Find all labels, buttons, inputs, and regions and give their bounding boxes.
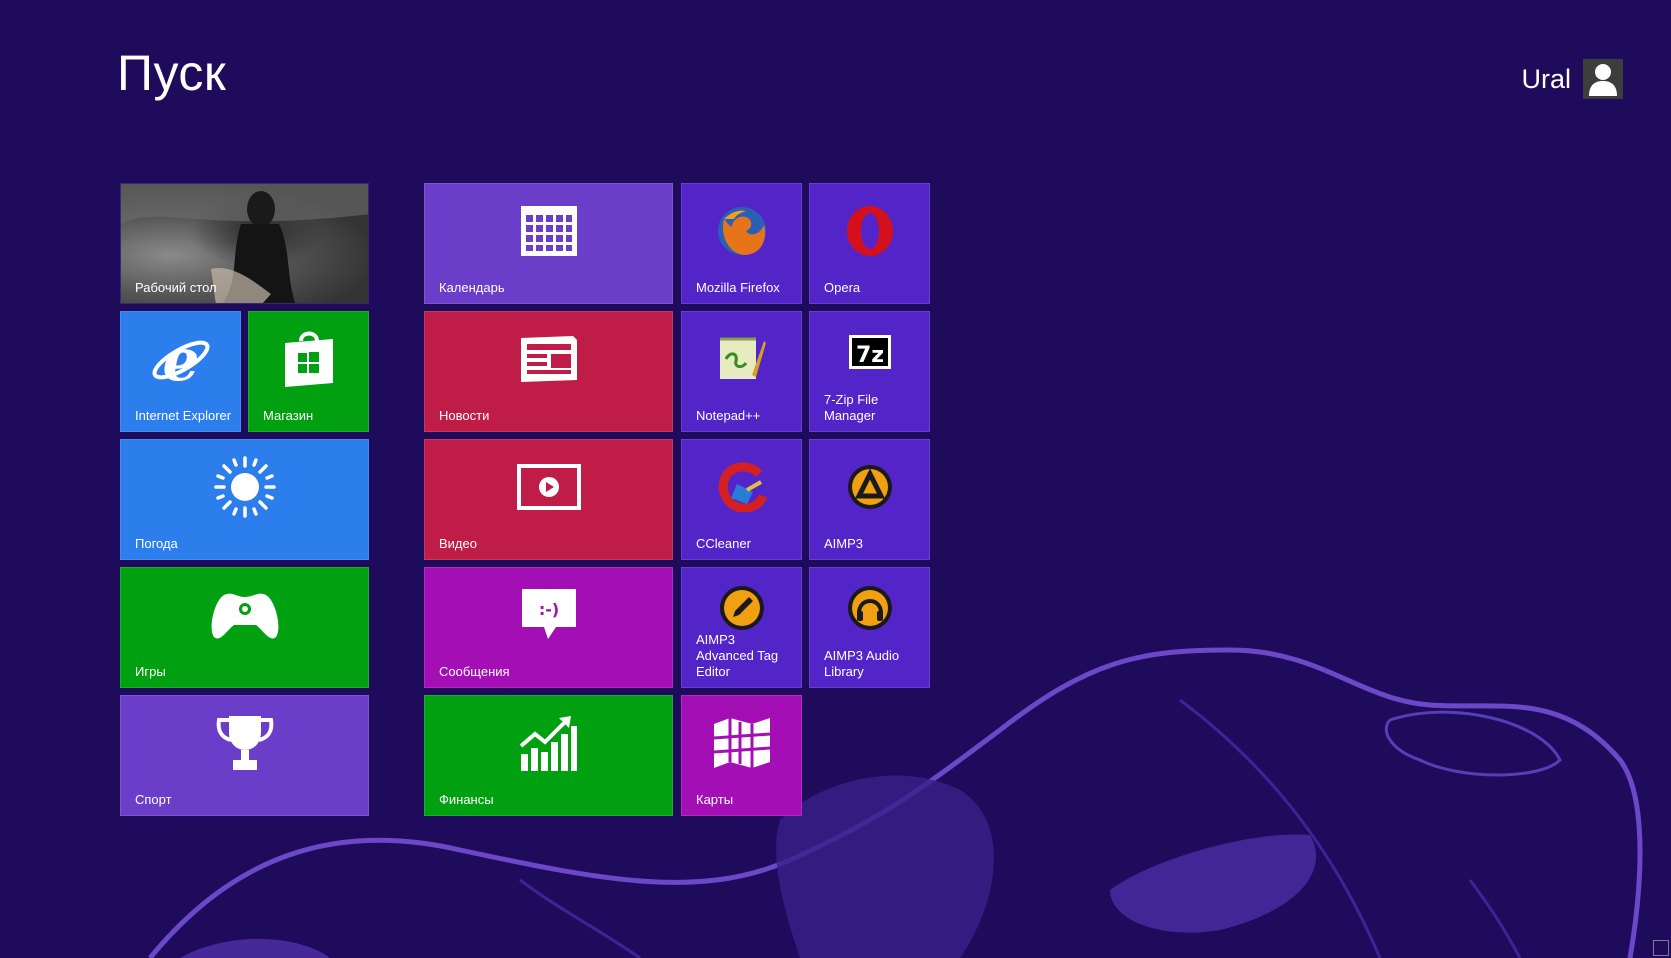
ccleaner-icon	[718, 462, 767, 512]
7zip-icon: 7z	[848, 334, 891, 369]
user-account[interactable]: Ural	[1521, 59, 1623, 99]
tile-label: Mozilla Firefox	[696, 280, 780, 295]
tile-label: Магазин	[263, 408, 314, 423]
aimp-icon	[847, 464, 892, 509]
tile-label: Видео	[439, 536, 477, 551]
tile-desktop[interactable]: Рабочий стол	[120, 183, 369, 304]
tile-weather[interactable]: Погода	[120, 439, 369, 560]
tile-label: AIMP3 Audio Library	[824, 648, 900, 679]
tile-label: 7-Zip File Manager	[824, 392, 879, 423]
tile-opera[interactable]: Opera	[809, 183, 930, 304]
opera-icon	[846, 205, 893, 256]
tile-ccleaner[interactable]: CCleaner	[681, 439, 802, 560]
zoom-toggle-button[interactable]	[1653, 940, 1669, 956]
tile-calendar[interactable]: Календарь	[424, 183, 673, 304]
tile-label: Календарь	[439, 280, 505, 295]
tile-label: CCleaner	[696, 536, 751, 551]
internet-explorer-icon: e	[152, 330, 209, 388]
tile-sport[interactable]: Спорт	[120, 695, 369, 816]
tile-firefox[interactable]: Mozilla Firefox	[681, 183, 802, 304]
aimp-tag-editor-icon	[719, 585, 764, 630]
tile-label: Спорт	[135, 792, 172, 807]
tile-label: AIMP3 Advanced Tag Editor	[696, 632, 779, 679]
tile-maps[interactable]: Карты	[681, 695, 802, 816]
tile-finance[interactable]: Финансы	[424, 695, 673, 816]
chart-icon	[519, 715, 577, 771]
tile-news[interactable]: Новости	[424, 311, 673, 432]
tile-label: Сообщения	[439, 664, 510, 679]
svg-text:e: e	[162, 330, 199, 388]
tile-label: AIMP3	[824, 536, 864, 551]
map-icon	[713, 717, 770, 768]
aimp-audio-library-icon	[847, 585, 892, 630]
svg-text:7z: 7z	[855, 343, 883, 368]
tile-notepadpp[interactable]: Notepad++	[681, 311, 802, 432]
chat-icon: :-)	[521, 588, 576, 639]
svg-text::-): :-)	[538, 600, 558, 619]
newspaper-icon	[520, 335, 577, 382]
tile-7zip[interactable]: 7z 7-Zip File Manager	[809, 311, 930, 432]
tile-label: Notepad++	[696, 408, 761, 423]
tile-label: Рабочий стол	[135, 280, 217, 295]
tile-video[interactable]: Видео	[424, 439, 673, 560]
tile-games[interactable]: Игры	[120, 567, 369, 688]
tile-aimp-tag-editor[interactable]: AIMP3 Advanced Tag Editor	[681, 567, 802, 688]
store-icon	[284, 331, 333, 387]
tile-internet-explorer[interactable]: e Internet Explorer	[120, 311, 241, 432]
avatar[interactable]	[1583, 59, 1623, 99]
tile-label: Карты	[696, 792, 734, 807]
tile-aimp3[interactable]: AIMP3	[809, 439, 930, 560]
sun-icon	[213, 455, 276, 518]
tile-store[interactable]: Магазин	[248, 311, 369, 432]
trophy-icon	[216, 715, 273, 770]
user-icon	[1589, 64, 1617, 96]
tile-aimp-audio-library[interactable]: AIMP3 Audio Library	[809, 567, 930, 688]
tile-label: Финансы	[439, 792, 494, 807]
tile-label: Игры	[135, 664, 166, 679]
gamepad-icon	[211, 593, 278, 638]
tile-messages[interactable]: :-) Сообщения	[424, 567, 673, 688]
tile-label: Internet Explorer	[135, 408, 232, 423]
start-title: Пуск	[117, 45, 227, 101]
calendar-icon	[520, 205, 577, 256]
user-name: Ural	[1521, 63, 1571, 94]
firefox-icon	[717, 206, 766, 255]
tile-label: Новости	[439, 408, 490, 423]
video-icon	[516, 463, 581, 510]
tile-label: Погода	[135, 536, 178, 551]
tile-label: Opera	[824, 280, 861, 295]
notepad-plus-plus-icon	[719, 337, 766, 379]
